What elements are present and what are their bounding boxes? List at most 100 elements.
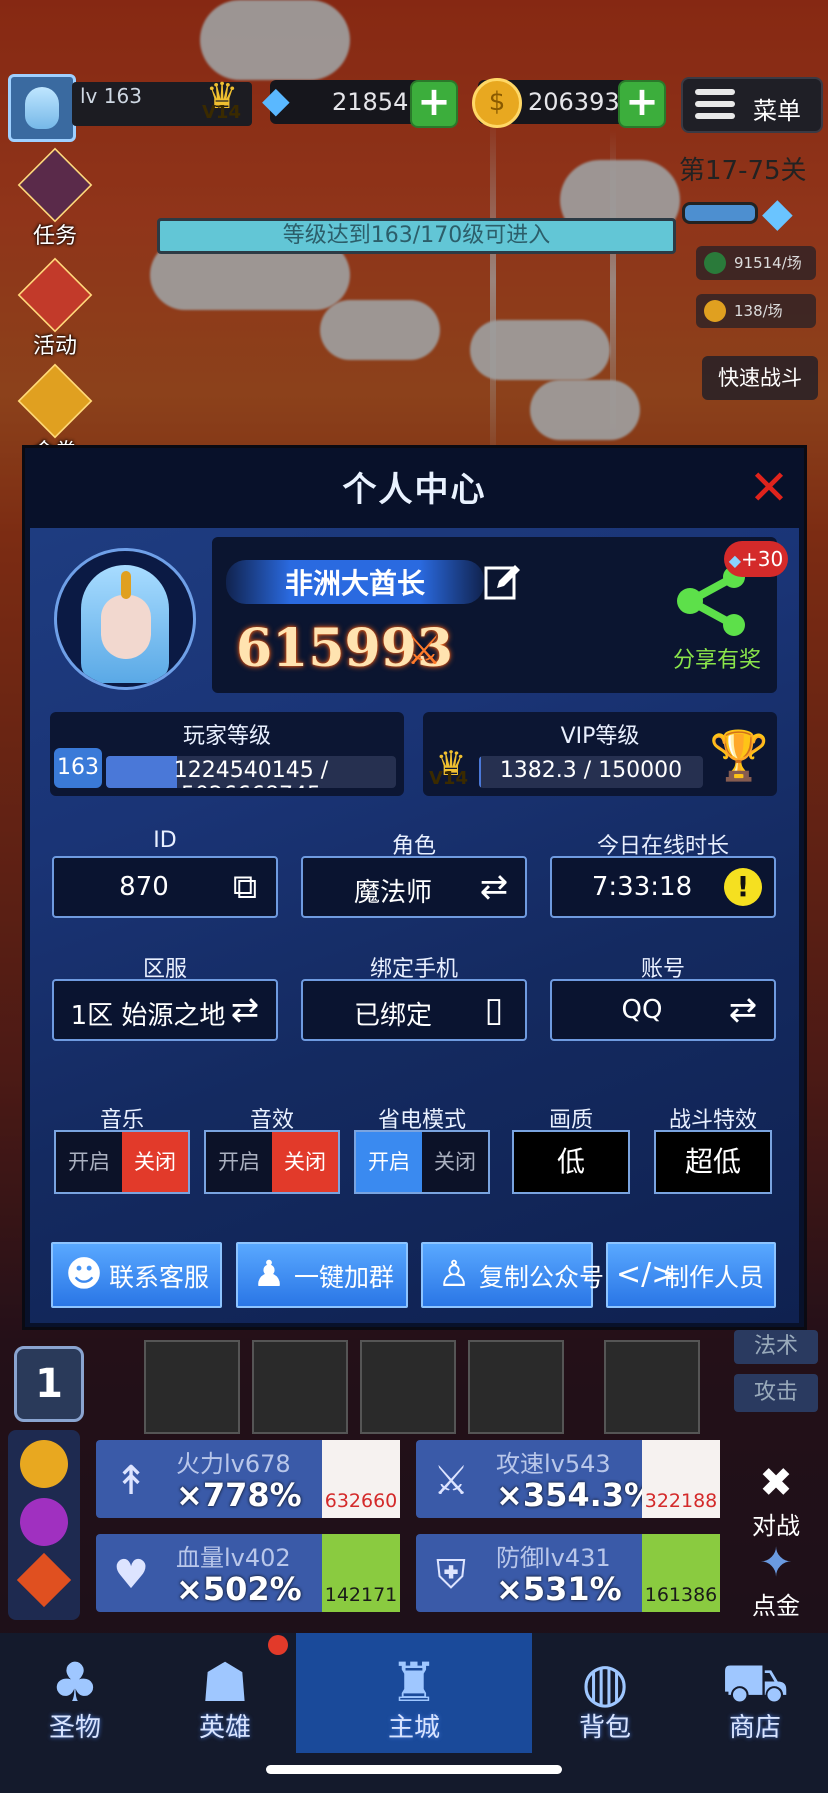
quest-icon	[17, 147, 93, 223]
nav-label: 主城	[387, 1713, 440, 1743]
battle-label: 对战	[752, 1512, 800, 1540]
quest-label: 任务	[32, 224, 77, 249]
profile-avatar[interactable]	[54, 548, 196, 690]
upgrade-value: ×778%	[176, 1476, 302, 1514]
upgrade-cost: 161386	[642, 1534, 720, 1612]
code-icon: </>	[616, 1257, 677, 1292]
power-save-toggle[interactable]: 开启 关闭	[354, 1130, 490, 1194]
battle-button[interactable]: ✖ 对战	[728, 1460, 824, 1541]
avatar-horn	[121, 571, 131, 599]
power-save-off-option[interactable]: 关闭	[422, 1132, 488, 1192]
vip-level-text: V14	[202, 102, 241, 123]
add-gold-button[interactable]: +	[618, 80, 666, 128]
online-time-value: 7:33:18	[591, 872, 693, 902]
copy-icon[interactable]: ⧉	[226, 868, 264, 906]
upgrade-category-tabs	[8, 1430, 80, 1620]
side-button-event[interactable]: 活动	[10, 257, 100, 360]
spell-tab[interactable]: 法术	[734, 1330, 818, 1364]
battle-fx-select[interactable]: 超低	[654, 1130, 772, 1194]
credits-button[interactable]: </> 制作人员	[606, 1242, 776, 1308]
phone-icon[interactable]: ▯	[475, 991, 513, 1029]
upgrade-health[interactable]: ♥ 血量lv402 ×502% 142171	[96, 1534, 400, 1612]
trophy-icon[interactable]: 🏆	[709, 727, 769, 784]
upgrade-cost: 632660	[322, 1440, 400, 1518]
skill-slot[interactable]	[468, 1340, 564, 1434]
person-icon: ♙	[437, 1254, 471, 1295]
menu-button[interactable]: 菜单	[681, 77, 823, 133]
gold-coin-icon: $	[472, 78, 522, 128]
field-label-id: ID	[153, 828, 177, 853]
music-on-option[interactable]: 开启	[56, 1132, 122, 1192]
gold-tab-icon[interactable]	[20, 1440, 68, 1488]
stage-label: 第17-75关	[679, 156, 807, 186]
nav-heroes[interactable]: ☗ 英雄	[150, 1633, 300, 1753]
side-button-quest[interactable]: 任务	[10, 147, 100, 250]
star-tab-icon[interactable]	[16, 1552, 72, 1608]
crossed-swords-icon: ⚔	[406, 628, 442, 674]
level-text: lv 163	[80, 84, 142, 108]
field-online-time: 7:33:18 !	[550, 856, 776, 918]
upgrade-title: 防御lv431	[496, 1544, 611, 1572]
swap-icon[interactable]: ⇄	[475, 868, 513, 906]
upgrade-value: ×531%	[496, 1570, 622, 1608]
skill-slot[interactable]	[252, 1340, 348, 1434]
field-role: 魔法师 ⇄	[301, 856, 527, 918]
top-hud: lv 163 ♛ V14 ◆ 21854 + $ 206393 + 菜单	[0, 70, 828, 142]
music-toggle[interactable]: 开启 关闭	[54, 1130, 190, 1194]
edit-icon[interactable]	[483, 562, 523, 602]
close-icon[interactable]: ✕	[747, 464, 791, 512]
vip-level-badge: V14	[429, 768, 468, 789]
gold-touch-label: 点金	[752, 1592, 800, 1620]
sfx-on-option[interactable]: 开启	[206, 1132, 272, 1192]
ticket-icon	[17, 363, 93, 439]
cart-icon: ⛟	[721, 1651, 789, 1714]
skill-slot[interactable]	[604, 1340, 700, 1434]
attack-tab[interactable]: 攻击	[734, 1374, 818, 1412]
player-level-box: 玩家等级 1224540145 / 5026668745	[50, 712, 404, 796]
diamond-icon: ◆	[728, 551, 742, 570]
share-label[interactable]: 分享有奖	[662, 642, 772, 674]
power-save-on-option[interactable]: 开启	[356, 1132, 422, 1192]
vip-crown-icon[interactable]: ♛ V14	[196, 76, 248, 126]
add-diamond-button[interactable]: +	[410, 80, 458, 128]
exp-rate: 91514/场	[696, 246, 816, 280]
upgrade-title: 攻速lv543	[496, 1450, 611, 1478]
nav-bag[interactable]: ◍ 背包	[530, 1633, 680, 1753]
skill-slot[interactable]	[144, 1340, 240, 1434]
upgrade-value: ×502%	[176, 1570, 302, 1608]
id-value: 870	[119, 872, 169, 902]
home-indicator[interactable]	[266, 1765, 562, 1774]
join-group-button[interactable]: ♟ 一键加群	[236, 1242, 408, 1308]
diamond-reward-icon[interactable]: ◆	[762, 190, 793, 236]
nav-label: 圣物	[48, 1713, 101, 1743]
upgrade-firepower[interactable]: ↟ 火力lv678 ×778% 632660	[96, 1440, 400, 1518]
sfx-off-option[interactable]: 关闭	[272, 1132, 338, 1192]
gold-touch-button[interactable]: ✦ 点金	[728, 1540, 824, 1621]
contact-support-button[interactable]: ☻ 联系客服	[51, 1242, 222, 1308]
upgrade-title: 火力lv678	[176, 1450, 291, 1478]
upgrade-cost: 322188	[642, 1440, 720, 1518]
quick-fight-button[interactable]: 快速战斗	[702, 356, 818, 400]
quality-select[interactable]: 低	[512, 1130, 630, 1194]
upgrade-defense[interactable]: ⛨ 防御lv431 ×531% 161386	[416, 1534, 720, 1612]
shield-icon: ⛨	[436, 1552, 466, 1598]
upgrade-attack-speed[interactable]: ⚔ 攻速lv543 ×354.3% 322188	[416, 1440, 720, 1518]
credits-label: 制作人员	[664, 1263, 765, 1292]
music-off-option[interactable]: 关闭	[122, 1132, 188, 1192]
player-level-badge: 163	[54, 748, 102, 788]
sfx-toggle[interactable]: 开启 关闭	[204, 1130, 340, 1194]
swap-icon[interactable]: ⇄	[226, 991, 264, 1029]
copy-account-button[interactable]: ♙ 复制公众号	[421, 1242, 604, 1308]
nav-castle[interactable]: ♜ 主城	[296, 1633, 532, 1753]
hamburger-icon	[695, 89, 735, 119]
nav-relics[interactable]: ♣ 圣物	[0, 1633, 150, 1753]
player-exp-text: 1224540145 / 5026668745	[173, 758, 329, 788]
player-name: 非洲大酋长	[284, 567, 425, 600]
stage-unlock-bar: 等级达到163/170级可进入	[157, 218, 676, 254]
info-icon[interactable]: !	[724, 868, 762, 906]
vortex-tab-icon[interactable]	[20, 1498, 68, 1546]
skill-slot[interactable]	[360, 1340, 456, 1434]
nav-shop[interactable]: ⛟ 商店	[680, 1633, 828, 1753]
player-avatar[interactable]	[8, 74, 76, 142]
swap-icon[interactable]: ⇄	[724, 991, 762, 1029]
